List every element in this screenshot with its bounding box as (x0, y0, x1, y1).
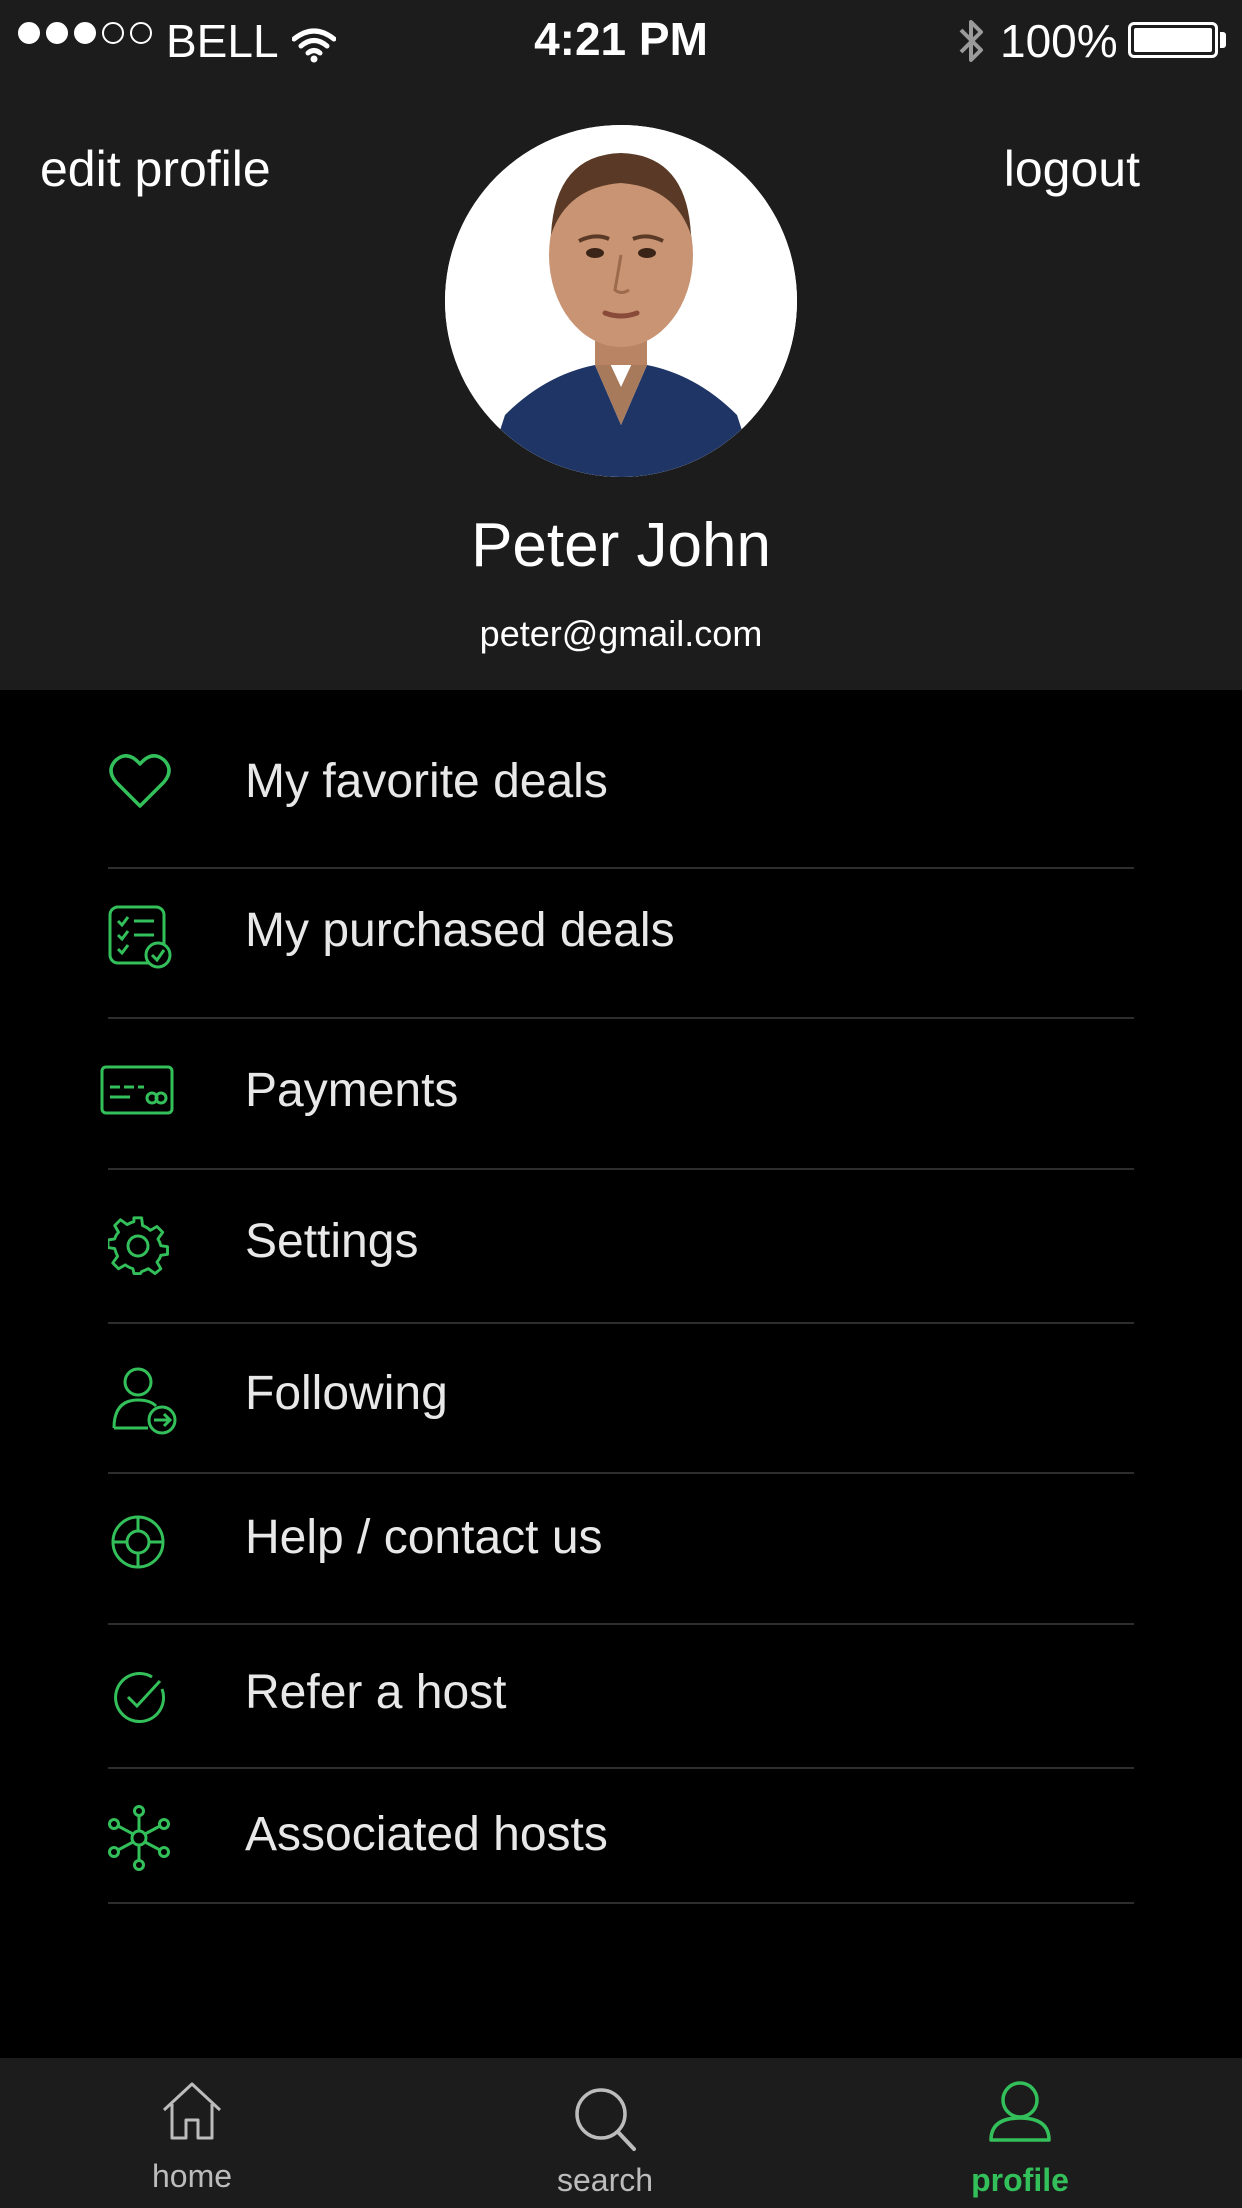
checklist-icon (108, 905, 172, 974)
tab-home[interactable]: home (72, 2058, 312, 2208)
tab-profile[interactable]: profile (900, 2058, 1140, 2208)
menu-item-refer-host[interactable]: Refer a host (0, 1631, 1242, 1761)
menu-item-help[interactable]: Help / contact us (0, 1480, 1242, 1610)
status-bar: BELL 4:21 PM 100% (0, 0, 1242, 80)
heart-icon (108, 752, 172, 817)
user-follow-icon (112, 1366, 178, 1441)
menu-item-purchased-deals[interactable]: My purchased deals (0, 875, 1242, 995)
search-icon (575, 2088, 636, 2151)
menu-divider (108, 1902, 1134, 1904)
tab-search[interactable]: search (485, 2058, 725, 2208)
tab-label: home (151, 2158, 233, 2194)
menu-divider (108, 1472, 1134, 1474)
avatar (445, 125, 797, 477)
menu-item-label: Refer a host (245, 1666, 507, 1719)
menu-item-label: Settings (245, 1215, 419, 1268)
logout-link[interactable]: logout (1004, 140, 1140, 198)
tab-label: profile (971, 2162, 1069, 2198)
tab-bar: home search profile (0, 2058, 1242, 2208)
menu-item-payments[interactable]: Payments (0, 1025, 1242, 1155)
battery-tip (1220, 32, 1226, 48)
network-icon (108, 1805, 170, 1876)
tab-label: search (556, 2162, 654, 2198)
menu-item-label: Associated hosts (245, 1808, 608, 1861)
profile-header: edit profile logout Peter John peter@gma… (0, 80, 1242, 690)
gear-icon (106, 1216, 170, 1283)
battery-icon (1128, 22, 1218, 58)
menu-divider (108, 1322, 1134, 1324)
menu-item-associated-hosts[interactable]: Associated hosts (0, 1775, 1242, 1905)
profile-icon (989, 2081, 1051, 2142)
menu-divider (108, 1767, 1134, 1769)
menu-item-label: Payments (245, 1064, 459, 1117)
menu-divider (108, 867, 1134, 869)
lifebuoy-icon (110, 1514, 166, 1575)
menu-item-label: My favorite deals (245, 755, 608, 808)
menu-item-label: Following (245, 1367, 448, 1420)
menu-divider (108, 1017, 1134, 1019)
edit-profile-link[interactable]: edit profile (40, 140, 271, 198)
menu-item-label: My purchased deals (245, 904, 675, 957)
credit-card-icon (100, 1065, 176, 1122)
menu-item-following[interactable]: Following (0, 1330, 1242, 1460)
check-circle-icon (112, 1669, 168, 1730)
menu-item-favorite-deals[interactable]: My favorite deals (0, 730, 1242, 840)
menu-divider (108, 1168, 1134, 1170)
battery-percentage: 100% (1000, 15, 1118, 67)
user-name: Peter John (471, 511, 771, 580)
user-email: peter@gmail.com (479, 613, 763, 654)
menu-item-settings[interactable]: Settings (0, 1176, 1242, 1306)
home-icon (162, 2082, 222, 2140)
menu-item-label: Help / contact us (245, 1511, 603, 1564)
bluetooth-icon (953, 16, 989, 77)
menu-divider (108, 1623, 1134, 1625)
